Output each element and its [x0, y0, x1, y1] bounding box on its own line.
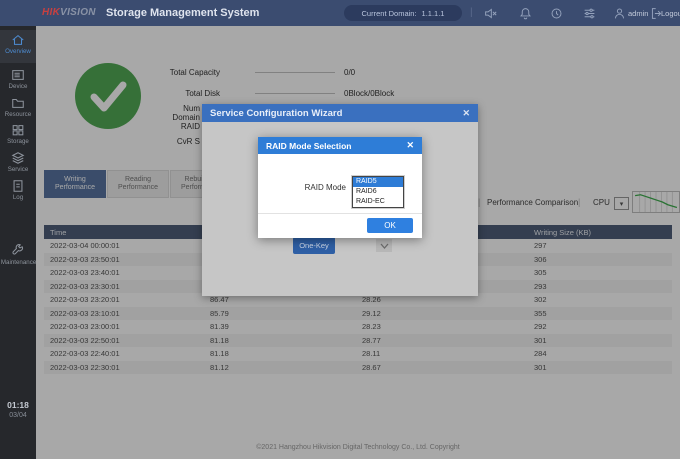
raid-mode-listbox[interactable]: RAID5 RAID6 RAID-EC — [352, 176, 404, 208]
sidebar-item-service[interactable]: Service — [0, 151, 36, 173]
close-icon[interactable]: ✕ — [406, 140, 414, 151]
home-icon — [11, 33, 25, 47]
left-sidebar-nav: Overview Device Resource Storage Service — [0, 26, 36, 459]
ok-button[interactable]: OK — [367, 218, 413, 233]
app-title: Storage Management System — [106, 7, 259, 19]
logout-label[interactable]: Logout — [661, 9, 680, 18]
sidebar-item-label: Maintenance — [1, 259, 35, 266]
sidebar-item-overview[interactable]: Overview — [0, 30, 36, 63]
sidebar-clock-date: 03/04 — [0, 412, 36, 419]
sidebar-item-label: Storage — [1, 138, 35, 145]
device-icon — [11, 68, 25, 82]
bell-icon[interactable] — [519, 7, 532, 20]
raid-mode-selection-dialog: RAID Mode Selection ✕ RAID Mode RAID5 RA… — [258, 137, 422, 238]
logo-hik: HIK — [42, 7, 60, 18]
sidebar-item-label: Log — [1, 194, 35, 201]
current-domain-pill: Current Domain: 1.1.1.1 — [344, 5, 462, 21]
storage-management-screen: Total Capacity 0/0 Total Disk 0Block/0Bl… — [0, 0, 680, 459]
layers-icon — [11, 151, 25, 165]
wizard-title: Service Configuration Wizard — [210, 108, 342, 119]
mute-icon[interactable] — [484, 7, 497, 20]
separator: | — [470, 7, 473, 18]
collapse-toggle[interactable] — [376, 239, 392, 252]
dialog-footer-divider — [258, 213, 422, 214]
chevron-down-icon — [380, 243, 389, 249]
raid-option-raid5[interactable]: RAID5 — [353, 177, 403, 187]
storage-icon — [11, 123, 25, 137]
sidebar-item-label: Device — [1, 83, 35, 90]
sidebar-item-maintenance[interactable]: Maintenance — [0, 244, 36, 266]
sidebar-item-log[interactable]: Log — [0, 179, 36, 201]
log-icon — [11, 179, 25, 193]
top-header-bar: HIKVISION Storage Management System Curr… — [0, 0, 680, 26]
raid-dialog-title-bar: RAID Mode Selection ✕ — [258, 137, 422, 154]
domain-value: 1.1.1.1 — [422, 9, 445, 18]
raid-option-raid6[interactable]: RAID6 — [353, 187, 403, 197]
sidebar-item-label: Service — [1, 166, 35, 173]
wizard-title-bar: Service Configuration Wizard ✕ — [202, 104, 478, 122]
sidebar-item-label: Resource — [1, 111, 35, 118]
close-icon[interactable]: ✕ — [462, 108, 470, 119]
domain-label: Current Domain: — [362, 9, 417, 18]
logo-vision: VISION — [60, 7, 96, 18]
sidebar-item-resource[interactable]: Resource — [0, 96, 36, 118]
raid-option-raid-ec[interactable]: RAID-EC — [353, 197, 403, 207]
clock-icon[interactable] — [550, 7, 563, 20]
wrench-icon — [11, 244, 25, 258]
username-label[interactable]: admin — [628, 9, 648, 18]
sidebar-clock-time: 01:18 — [0, 400, 36, 410]
user-icon[interactable] — [613, 7, 626, 20]
folder-icon — [11, 96, 25, 110]
raid-dialog-title: RAID Mode Selection — [266, 141, 351, 151]
sidebar-item-label: Overview — [1, 48, 35, 55]
hikvision-logo: HIKVISION — [42, 7, 96, 18]
filter-icon[interactable] — [583, 7, 596, 20]
sidebar-item-device[interactable]: Device — [0, 68, 36, 90]
one-key-button[interactable]: One-Key — [293, 237, 335, 254]
raid-mode-field-label: RAID Mode — [264, 183, 346, 192]
sidebar-item-storage[interactable]: Storage — [0, 123, 36, 145]
